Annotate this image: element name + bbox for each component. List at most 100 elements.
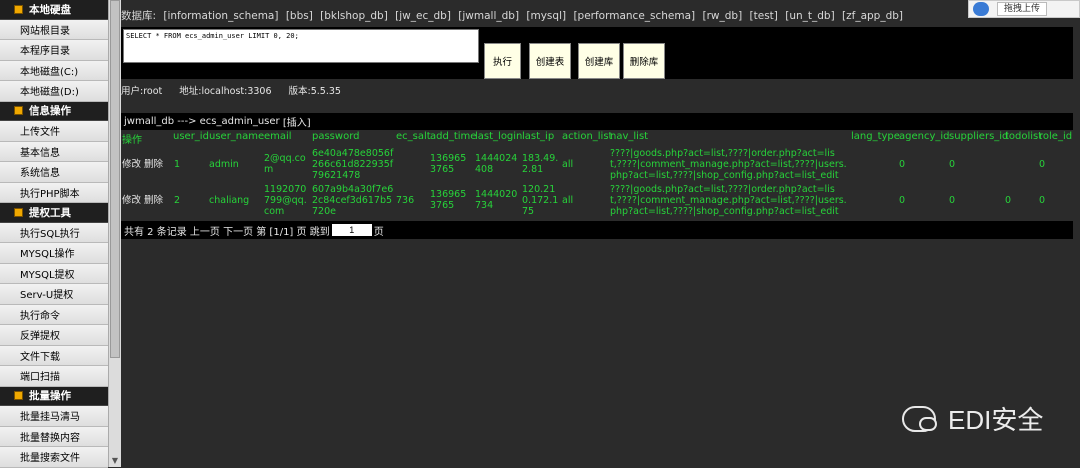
sidebar-section-escalation: 提权工具 (0, 203, 108, 223)
sidebar-item-mysql-ops[interactable]: MYSQL操作 (0, 243, 108, 264)
db-link[interactable]: [jw_ec_db] (395, 10, 451, 22)
db-link[interactable]: [mysql] (526, 10, 566, 22)
scroll-down-icon[interactable]: ▼ (109, 455, 121, 467)
cell-action-list: all (562, 159, 574, 170)
sidebar-item-batch-replace[interactable]: 批量替换内容 (0, 426, 108, 447)
cell-user-id: 1 (174, 159, 181, 170)
col-header: 操作 (122, 135, 142, 146)
watermark: EDI安全 (902, 400, 1043, 437)
cell-email: 1192070799@qq.com (264, 184, 307, 217)
drag-upload-button[interactable]: 拖拽上传 (997, 2, 1048, 16)
db-link[interactable]: [zf_app_db] (842, 10, 903, 22)
folder-icon (14, 207, 23, 217)
sidebar: 本地硬盘 网站根目录 本程序目录 本地磁盘(C:) 本地磁盘(D:) 信息操作 … (0, 0, 108, 468)
col-header: last_ip (522, 131, 555, 142)
cell-nav-list: ????|goods.php?act=list,????|order.php?a… (610, 184, 847, 217)
sidebar-item-servu[interactable]: Serv-U提权 (0, 284, 108, 305)
cell-role-id: 0 (1039, 195, 1046, 206)
sidebar-item-upload[interactable]: 上传文件 (0, 121, 108, 142)
sidebar-item-disk-c[interactable]: 本地磁盘(C:) (0, 60, 108, 81)
address-info: 地址:localhost:3306 (179, 86, 272, 97)
sidebar-item-disk-d[interactable]: 本地磁盘(D:) (0, 81, 108, 102)
cell-agency-id: 0 (899, 159, 906, 170)
upload-widget[interactable]: 拖拽上传 (968, 0, 1080, 18)
sidebar-item-mysql-escalate[interactable]: MYSQL提权 (0, 263, 108, 284)
row-actions[interactable]: 修改 删除 (122, 159, 163, 170)
cell-role-id: 0 (1039, 159, 1046, 170)
user-info: 用户:root (121, 86, 163, 97)
pagination-suffix: 页 (373, 226, 384, 238)
folder-icon (14, 106, 23, 116)
db-link[interactable]: [bklshop_db] (320, 10, 388, 22)
cell-last-ip: 120.210.172.175 (522, 184, 559, 217)
page-jump-input[interactable] (331, 224, 372, 236)
db-link[interactable]: [bbs] (286, 10, 313, 22)
scrollbar-thumb[interactable] (110, 0, 120, 358)
col-header: email (264, 131, 292, 142)
col-header: action_list (562, 131, 613, 142)
wechat-icon (902, 405, 937, 432)
main-panel: 数据库: [information_schema] [bbs] [bklshop… (121, 0, 1080, 467)
db-link[interactable]: [rw_db] (703, 10, 743, 22)
col-header: user_name (209, 131, 265, 142)
cell-add-time: 1369653765 (430, 153, 467, 175)
cell-nav-list: ????|goods.php?act=list,????|order.php?a… (610, 148, 847, 181)
sidebar-item-run-php[interactable]: 执行PHP脚本 (0, 182, 108, 203)
col-header: nav_list (610, 131, 649, 142)
cell-ec-salt: 736 (396, 195, 415, 206)
table-path-bar: jwmall_db ---> ecs_admin_user [插入] (121, 113, 1073, 130)
sidebar-item-port-scan[interactable]: 端口扫描 (0, 366, 108, 387)
col-header: lang_type (851, 131, 900, 142)
col-header: role_id (1039, 131, 1073, 142)
cell-action-list: all (562, 195, 574, 206)
sidebar-section-info: 信息操作 (0, 101, 108, 121)
col-header: password (312, 131, 360, 142)
sidebar-scrollbar[interactable]: ▼ (108, 0, 121, 467)
pagination-text[interactable]: 共有 2 条记录 上一页 下一页 第 [1/1] 页 跳到 (124, 223, 330, 238)
col-header: todolist (1005, 131, 1043, 142)
cell-password: 6e40a478e8056f266c61d822935f79621478 (312, 148, 394, 181)
sidebar-item-batch-trojan[interactable]: 批量挂马清马 (0, 406, 108, 427)
insert-link[interactable]: [插入] (283, 114, 311, 129)
create-database-button[interactable]: 创建库 (578, 43, 620, 79)
db-link[interactable]: [un_t_db] (785, 10, 834, 22)
sidebar-item-run-sql[interactable]: 执行SQL执行 (0, 222, 108, 243)
data-table: 操作 user_id user_name email password ec_s… (121, 131, 1073, 217)
cell-todolist: 0 (1005, 195, 1012, 206)
col-header: last_login (475, 131, 523, 142)
sidebar-section-batch: 批量操作 (0, 386, 108, 406)
watermark-text: EDI安全 (948, 405, 1044, 435)
cell-last-login: 1444024408 (475, 153, 518, 175)
col-header: agency_id (899, 131, 950, 142)
create-table-button[interactable]: 创建表 (529, 43, 571, 79)
sidebar-item-program-dir[interactable]: 本程序目录 (0, 40, 108, 61)
db-link[interactable]: [test] (750, 10, 778, 22)
sidebar-item-run-command[interactable]: 执行命令 (0, 304, 108, 325)
col-header: user_id (173, 131, 209, 142)
sidebar-item-file-download[interactable]: 文件下载 (0, 345, 108, 366)
folder-icon (14, 391, 23, 401)
cell-suppliers-id: 0 (949, 159, 956, 170)
col-header: ec_salt (396, 131, 431, 142)
db-link[interactable]: [performance_schema] (573, 10, 695, 22)
cloud-upload-icon (973, 2, 989, 16)
execute-button[interactable]: 执行 (484, 43, 521, 79)
pagination-bar: 共有 2 条记录 上一页 下一页 第 [1/1] 页 跳到 页 (121, 221, 1073, 239)
sidebar-item-system-info[interactable]: 系统信息 (0, 162, 108, 183)
cell-suppliers-id: 0 (949, 195, 956, 206)
sidebar-item-basic-info[interactable]: 基本信息 (0, 141, 108, 162)
cell-user-name: admin (209, 159, 239, 170)
row-actions[interactable]: 修改 删除 (122, 195, 163, 206)
drop-database-button[interactable]: 删除库 (623, 43, 665, 79)
sidebar-item-batch-search[interactable]: 批量搜索文件 (0, 447, 108, 468)
database-bar: 数据库: [information_schema] [bbs] [bklshop… (121, 8, 1021, 24)
sidebar-item-web-root[interactable]: 网站根目录 (0, 19, 108, 40)
sidebar-item-reverse-shell[interactable]: 反弹提权 (0, 325, 108, 346)
cell-email: 2@qq.com (264, 153, 306, 175)
db-link[interactable]: [information_schema] (163, 10, 278, 22)
sql-query-input[interactable]: SELECT * FROM ecs_admin_user LIMIT 0, 20… (123, 29, 479, 63)
sidebar-section-local-disk: 本地硬盘 (0, 0, 108, 20)
db-link[interactable]: [jwmall_db] (458, 10, 519, 22)
database-label: 数据库: (121, 10, 157, 22)
sql-panel: SELECT * FROM ecs_admin_user LIMIT 0, 20… (121, 27, 1073, 79)
